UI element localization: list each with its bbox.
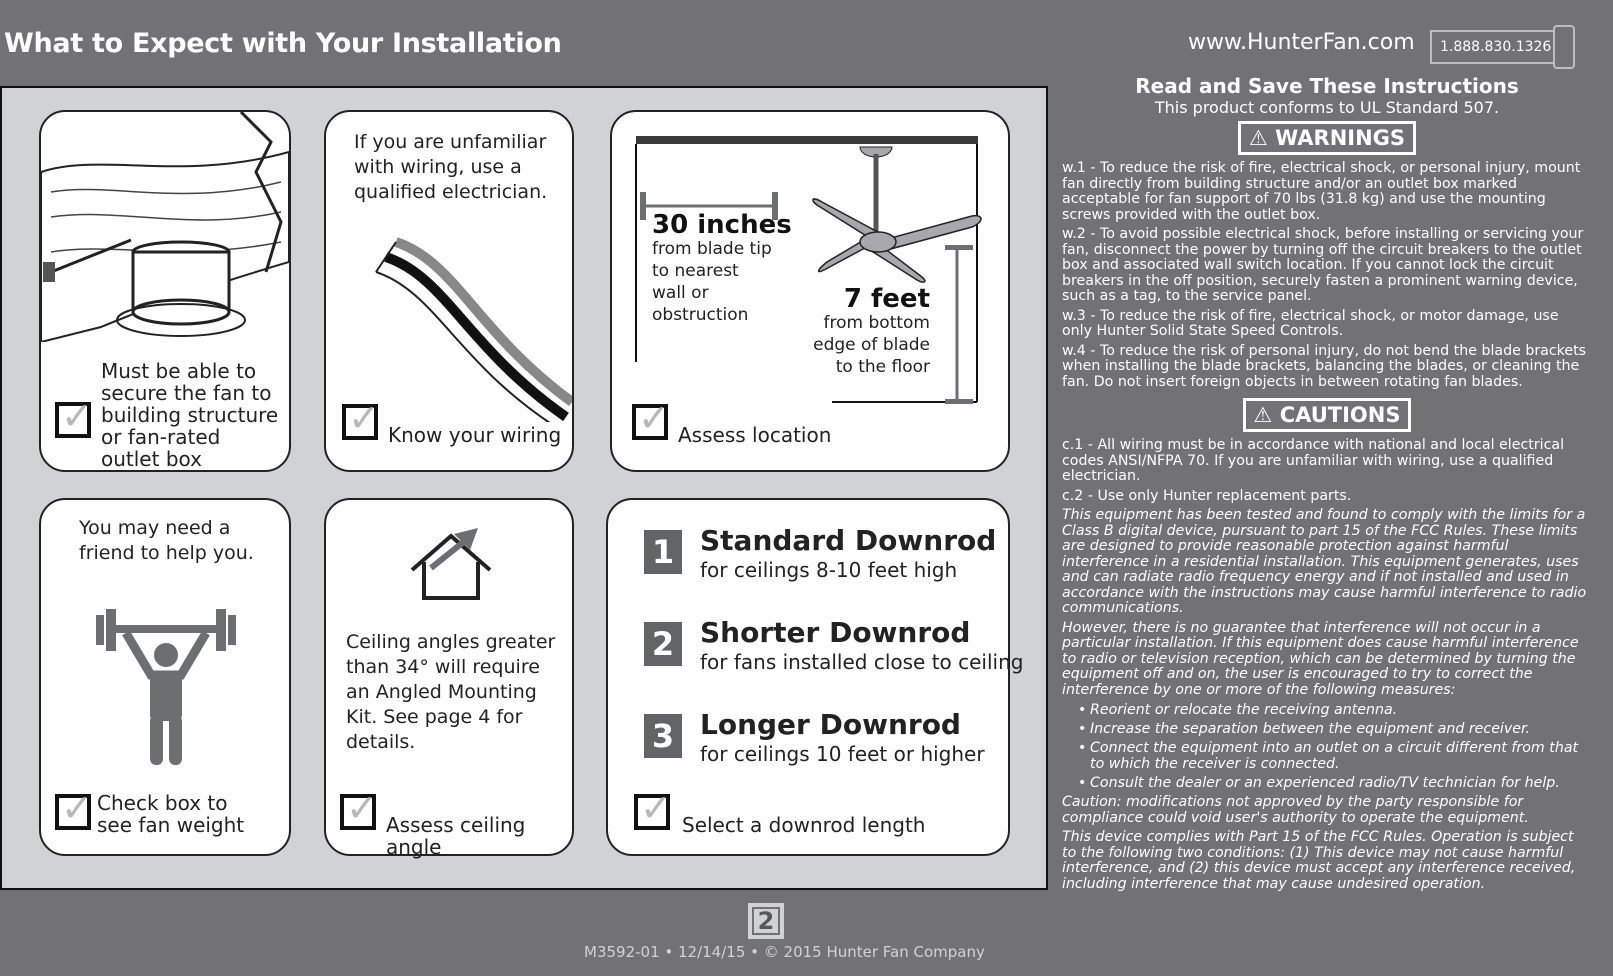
warning-w3: w.3 - To reduce the risk of fire, electr… [1062,307,1559,339]
weight-checkbox[interactable] [55,786,93,830]
warnings-label: WARNINGS [1275,126,1406,150]
angled-ceiling-icon [410,528,492,600]
checklist-panel: Must be able to secure the fan to buildi… [0,86,1048,890]
clearance-floor-desc: from bottom edge of blade to the floor [813,313,930,377]
step-desc: for fans installed close to ceiling [700,650,1024,674]
step-title: Shorter Downrod [700,616,971,649]
fcc-measure: Reorient or relocate the receiving anten… [1078,702,1592,718]
weightlifter-icon [96,609,236,765]
instructions-column: Read and Save These Instructions This pr… [1062,74,1592,896]
clearance-wall-desc: from blade tip to nearest wall or obstru… [652,239,772,325]
step-title: Standard Downrod [700,524,997,557]
caution-triangle-icon: ⚠ [1253,403,1273,427]
warning-triangle-icon: ⚠ [1248,126,1268,150]
page-number: 2 [748,903,784,939]
caution-c2: c.2 - Use only Hunter replacement parts. [1062,487,1352,504]
warning-w4: w.4 - To reduce the risk of personal inj… [1062,342,1587,390]
downrod-label: Select a downrod length [682,813,926,837]
step-number: 2 [644,622,682,666]
card-structure: Must be able to secure the fan to buildi… [39,110,291,472]
step-number: 1 [644,530,682,574]
outlet-box-illustration [41,112,289,342]
page-title: What to Expect with Your Installation [4,28,562,59]
card-downrod: 1 Standard Downrod for ceilings 8-10 fee… [606,498,1023,856]
step-number: 3 [644,714,682,758]
weight-label: Check box to see fan weight [97,791,245,837]
fcc-measure: Consult the dealer or an experienced rad… [1078,775,1592,791]
fcc-measure: Increase the separation between the equi… [1078,721,1592,737]
cautions-header: ⚠ CAUTIONS [1242,398,1412,432]
location-checkbox[interactable] [632,396,670,440]
instructions-heading: Read and Save These Instructions [1135,74,1519,98]
downrod-checkbox[interactable] [634,786,672,830]
location-label: Assess location [678,423,832,447]
wiring-checkbox[interactable] [342,396,380,440]
angle-checkbox[interactable] [340,786,378,830]
structure-label: Must be able to secure the fan to buildi… [101,359,279,471]
step-title: Longer Downrod [700,708,961,741]
fcc-measure: Connect the equipment into an outlet on … [1078,740,1592,772]
weight-advice: You may need a friend to help you. [79,517,254,564]
fcc-paragraph-2: However, there is no guarantee that inte… [1062,619,1579,698]
caution-c1: c.1 - All wiring must be in accordance w… [1062,437,1565,484]
cautions-label: CAUTIONS [1279,403,1401,427]
step-desc: for ceilings 10 feet or higher [700,742,985,766]
website-link[interactable]: www.HunterFan.com [1188,30,1415,55]
footer-text: M3592-01 • 12/14/15 • © 2015 Hunter Fan … [584,943,985,961]
wiring-label: Know your wiring [388,423,562,447]
fcc-measures-list: Reorient or relocate the receiving anten… [1062,702,1592,791]
wires-illustration [374,237,572,422]
clearance-wall-value: 30 inches [652,210,792,240]
clearance-floor-value: 7 feet [843,284,930,314]
warnings-header: ⚠ WARNINGS [1237,121,1417,155]
card-location: 30 inches from blade tip to nearest wall… [610,110,1010,472]
phone-number: 1.888.830.1326 [1430,30,1555,64]
warning-w1: w.1 - To reduce the risk of fire, electr… [1062,160,1581,223]
ul-standard-note: This product conforms to UL Standard 507… [1154,98,1500,117]
card-wiring: If you are unfamiliar with wiring, use a… [324,110,574,472]
angle-advice: Ceiling angles greater than 34° will req… [346,631,556,753]
phone-icon [1553,25,1575,69]
wiring-advice: If you are unfamiliar with wiring, use a… [354,131,548,203]
fcc-paragraph-1: This equipment has been tested and found… [1062,507,1587,616]
step-desc: for ceilings 8-10 feet high [700,558,958,582]
angle-label: Assess ceiling angle [386,813,526,859]
card-weight: You may need a friend to help you. Check… [39,498,291,856]
fcc-caution: Caution: modifications not approved by t… [1062,794,1529,826]
fcc-compliance: This device complies with Part 15 of the… [1062,829,1576,892]
structure-checkbox[interactable] [55,394,93,438]
card-angle: Ceiling angles greater than 34° will req… [324,498,574,859]
warning-w2: w.2 - To avoid possible electrical shock… [1062,226,1584,304]
